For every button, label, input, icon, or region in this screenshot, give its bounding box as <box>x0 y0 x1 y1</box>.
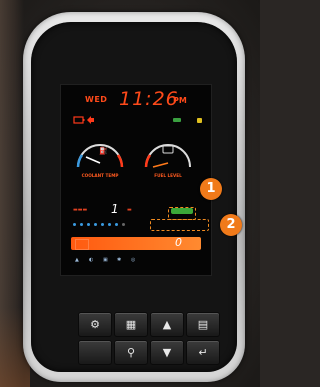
hour-meter-icon <box>75 239 89 250</box>
display-screen: WED 11:26 PM ⛽ COOLANT TEMP FUEL LEVEL ▬… <box>60 84 212 276</box>
highlight-box-2 <box>150 219 209 231</box>
mode-label-left: ▬▬▬ <box>73 207 88 213</box>
clock-day: WED <box>85 95 108 104</box>
wiper-icon: ▲ <box>75 257 79 263</box>
coolant-temp-label: COOLANT TEMP <box>81 173 119 178</box>
work-mode-value: 1 <box>111 202 119 216</box>
light-icon: ◐ <box>89 257 94 263</box>
fuel-can-icon: ▦ <box>125 318 137 331</box>
engine-mode-button[interactable]: ⚙ <box>78 312 112 337</box>
down-arrow-button[interactable]: ▼ <box>150 340 184 365</box>
clock-time: 11:26 <box>119 88 179 110</box>
level-dot <box>73 223 76 226</box>
up-arrow-button[interactable]: ▲ <box>150 312 184 337</box>
alert-lamp-icon <box>197 118 202 123</box>
info-bar-value: 0 <box>175 236 182 249</box>
fan-icon: ✱ <box>117 257 122 263</box>
gauge-dial-icon <box>144 144 191 168</box>
enter-icon: ↵ <box>198 346 208 359</box>
callout-badge-1: 1 <box>200 178 222 200</box>
level-dot <box>108 223 111 226</box>
enter-button[interactable]: ↵ <box>186 340 220 365</box>
callout-badge-2: 2 <box>220 214 242 236</box>
clock-ampm: PM <box>173 96 187 105</box>
down-arrow-icon: ▼ <box>162 346 172 359</box>
settings-icon: ◎ <box>131 257 136 263</box>
gauge-dial-icon: ⛽ <box>76 144 124 168</box>
softkey-icons: ▲ ◐ ▣ ✱ ◎ <box>73 255 199 265</box>
coolant-temp-gauge: ⛽ COOLANT TEMP <box>73 133 127 185</box>
up-arrow-icon: ▲ <box>162 318 172 331</box>
fuel-can-button[interactable]: ▦ <box>114 312 148 337</box>
level-dot <box>80 223 83 226</box>
clock: WED 11:26 PM <box>61 88 211 113</box>
location-button[interactable]: ⚲ <box>114 340 148 365</box>
keypad: ⚙ ▦ ▲ ▤ ⚲ ▼ ↵ <box>78 312 220 368</box>
mode-label-right: ▬ <box>127 207 132 213</box>
level-dot <box>94 223 97 226</box>
level-dot <box>122 223 125 226</box>
level-dot <box>101 223 104 226</box>
location-icon: ⚲ <box>126 346 136 359</box>
menu-list-icon: ▤ <box>197 318 209 331</box>
info-bar: 0 <box>71 236 201 250</box>
camera-icon: ▣ <box>103 257 108 263</box>
battery-warning-icon <box>73 116 94 124</box>
oil-temp-icon: ⛽ <box>99 146 108 155</box>
menu-button[interactable]: ▤ <box>186 312 220 337</box>
level-dot <box>87 223 90 226</box>
fuel-level-label: FUEL LEVEL <box>154 173 182 178</box>
blank-button[interactable] <box>78 340 112 365</box>
level-dot <box>115 223 118 226</box>
fuel-pump-icon <box>162 145 174 154</box>
engine-mode-icon: ⚙ <box>90 318 100 331</box>
fuel-level-gauge: FUEL LEVEL <box>141 133 195 185</box>
status-indicator-icon <box>173 118 181 122</box>
